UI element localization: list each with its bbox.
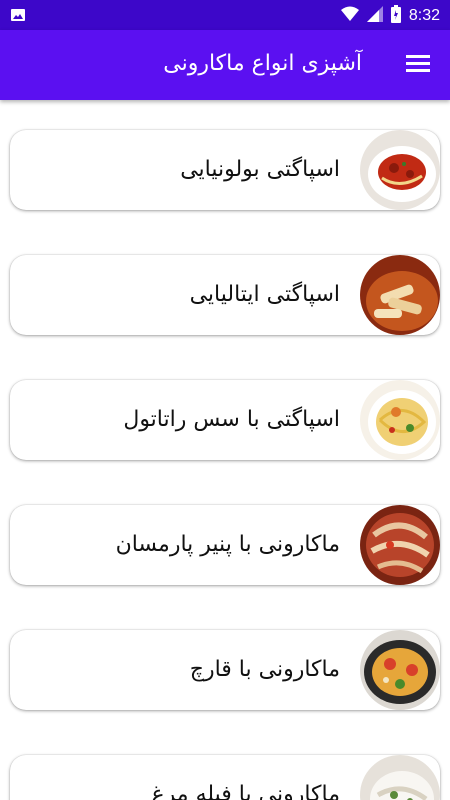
recipe-label: اسپاگتی با سس راتاتول: [123, 407, 340, 432]
wifi-icon: [340, 6, 359, 26]
recipe-label: اسپاگتی بولونیایی: [180, 157, 340, 182]
list-item[interactable]: اسپاگتی ایتالیایی: [10, 255, 440, 335]
italian-penne-image: [360, 255, 440, 335]
status-time: 8:32: [408, 7, 440, 24]
recipe-label: ماکارونی با فیله مرغ: [151, 782, 340, 800]
parmesan-pasta-image: [360, 505, 440, 585]
signal-icon: [366, 6, 383, 26]
recipe-label: ماکارونی با پنیر پارمسان: [115, 532, 340, 557]
list-item[interactable]: ماکارونی با پنیر پارمسان: [10, 505, 440, 585]
recipe-list: اسپاگتی بولونیایی اسپاگتی ایتالیایی اسپا…: [0, 100, 450, 800]
ratatouille-spaghetti-image: [360, 380, 440, 460]
recipe-label: اسپاگتی ایتالیایی: [189, 282, 340, 307]
spaghetti-bolognese-image: [360, 130, 440, 210]
list-item[interactable]: اسپاگتی بولونیایی: [10, 130, 440, 210]
chicken-pasta-image: [360, 755, 440, 800]
status-bar: 8:32: [0, 0, 450, 30]
list-item[interactable]: ماکارونی با قارچ: [10, 630, 440, 710]
mushroom-pasta-image: [360, 630, 440, 710]
image-icon: [10, 7, 26, 27]
app-bar: آشپزی انواع ماکارونی: [0, 30, 450, 100]
list-item[interactable]: ماکارونی با فیله مرغ: [10, 755, 440, 800]
recipe-label: ماکارونی با قارچ: [189, 657, 340, 682]
page-title: آشپزی انواع ماکارونی: [163, 51, 362, 76]
list-item[interactable]: اسپاگتی با سس راتاتول: [10, 380, 440, 460]
hamburger-menu-icon[interactable]: [406, 52, 432, 78]
battery-icon: [390, 5, 401, 27]
